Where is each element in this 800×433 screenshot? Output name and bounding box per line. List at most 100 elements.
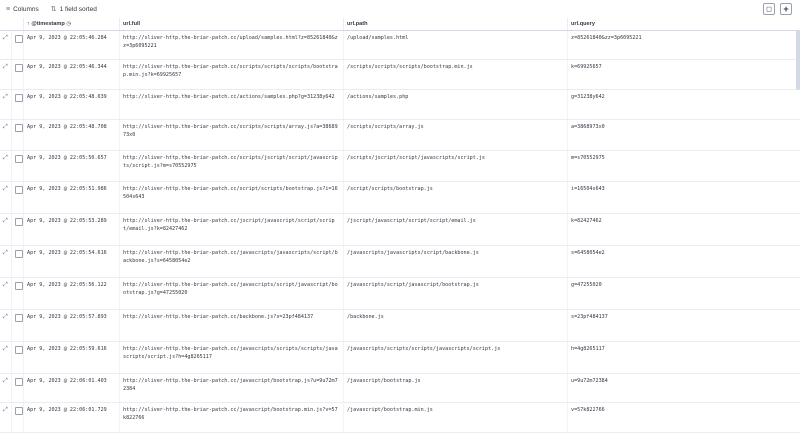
expand-icon[interactable]: ⤢: [0, 310, 12, 341]
row-checkbox[interactable]: [12, 310, 24, 341]
plus-icon: +: [783, 4, 789, 14]
expand-icon[interactable]: ⤢: [0, 374, 12, 402]
url-path-cell: /actions/samples.php: [344, 90, 568, 119]
timestamp-cell: Apr 9, 2023 @ 22:05:56.122: [24, 278, 120, 309]
expand-icon[interactable]: ⤢: [0, 214, 12, 245]
url-query-cell: k=82427462: [571, 218, 602, 224]
expand-icon[interactable]: ⤢: [0, 31, 12, 59]
url-query-cell: k=69925657: [571, 64, 602, 70]
url-path-cell: /backbone.js: [344, 310, 568, 341]
table-row: ⤢ Apr 9, 2023 @ 22:06:01.403 http://sliver…: [0, 374, 800, 403]
timestamp-cell: Apr 9, 2023 @ 22:05:50.657: [24, 151, 120, 181]
url-path-cell: /jscript/javascript/script/script/email.…: [344, 214, 568, 245]
row-checkbox[interactable]: [12, 214, 24, 245]
checkbox-icon: [15, 186, 23, 194]
header-url-full[interactable]: url.full: [120, 18, 344, 30]
scrollbar[interactable]: [796, 30, 800, 90]
expand-icon[interactable]: ⤢: [0, 90, 12, 119]
url-path-cell: /javascript/bootstrap.js: [344, 374, 568, 402]
columns-label: Columns: [13, 5, 39, 13]
checkbox-icon: [15, 155, 23, 163]
url-full-cell: http://sliver-http.the-briar-patch.cc/up…: [120, 31, 344, 59]
checkbox-icon: [15, 282, 23, 290]
table-row: ⤢ Apr 9, 2023 @ 22:05:56.122 http://sliver…: [0, 278, 800, 310]
add-field-button[interactable]: +: [780, 3, 792, 15]
columns-icon: ≡: [6, 5, 11, 13]
row-checkbox[interactable]: [12, 182, 24, 213]
row-checkbox[interactable]: [12, 90, 24, 119]
url-full-cell: http://sliver-http.the-briar-patch.cc/sc…: [120, 151, 344, 181]
table-row: ⤢ Apr 9, 2023 @ 22:05:46.284 http://sliver…: [0, 31, 800, 60]
url-path-cell: /javascript/bootstrap.min.js: [344, 403, 568, 432]
header-controls: [0, 18, 24, 30]
url-query-cell: z=85261840&zz=3p6095221: [571, 35, 642, 41]
timestamp-cell: Apr 9, 2023 @ 22:06:01.729: [24, 403, 120, 432]
row-checkbox[interactable]: [12, 60, 24, 89]
timestamp-cell: Apr 9, 2023 @ 22:05:46.344: [24, 60, 120, 89]
columns-button[interactable]: ≡ Columns: [0, 6, 45, 13]
url-path-cell: /scripts/scripts/array.js: [344, 120, 568, 150]
url-full-cell: http://sliver-http.the-briar-patch.cc/sc…: [120, 182, 344, 213]
timestamp-cell: Apr 9, 2023 @ 22:05:46.284: [24, 31, 120, 59]
url-query-cell: m=s70552975: [571, 155, 605, 161]
row-checkbox[interactable]: [12, 403, 24, 432]
url-full-cell: http://sliver-http.the-briar-patch.cc/ja…: [120, 374, 344, 402]
header-url-path[interactable]: url.path: [344, 18, 568, 30]
url-path-cell: /upload/samples.html: [344, 31, 568, 59]
url-query-cell: a=3868973x0: [571, 124, 605, 130]
expand-icon[interactable]: ⤢: [0, 60, 12, 89]
sort-button[interactable]: ⇅ 1 field sorted: [45, 5, 103, 14]
url-path-cell: /javascripts/scripts/scripts/javascripts…: [344, 342, 568, 373]
timestamp-cell: Apr 9, 2023 @ 22:05:53.289: [24, 214, 120, 245]
checkbox-icon: [15, 314, 23, 322]
timestamp-cell: Apr 9, 2023 @ 22:05:48.639: [24, 90, 120, 119]
table-row: ⤢ Apr 9, 2023 @ 22:05:50.657 http://sliver…: [0, 151, 800, 182]
grid-body: ⤢ Apr 9, 2023 @ 22:05:46.284 http://sliver…: [0, 31, 800, 433]
expand-icon[interactable]: ⤢: [0, 403, 12, 432]
row-checkbox[interactable]: [12, 120, 24, 150]
url-path-cell: /script/scripts/bootstrap.js: [344, 182, 568, 213]
expand-icon[interactable]: ⤢: [0, 246, 12, 277]
url-full-cell: http://sliver-http.the-briar-patch.cc/sc…: [120, 60, 344, 89]
sort-icon: ⇅: [50, 6, 57, 13]
expand-icon[interactable]: ⤢: [0, 151, 12, 181]
url-query-cell: s=6458054e2: [571, 250, 605, 256]
header-url-query[interactable]: url.query: [568, 18, 800, 30]
row-checkbox[interactable]: [12, 374, 24, 402]
row-checkbox[interactable]: [12, 246, 24, 277]
fullscreen-button[interactable]: ◻: [763, 3, 775, 15]
url-full-cell: http://sliver-http.the-briar-patch.cc/js…: [120, 214, 344, 245]
checkbox-icon: [15, 35, 23, 43]
checkbox-icon: [15, 346, 23, 354]
row-checkbox[interactable]: [12, 31, 24, 59]
header-timestamp[interactable]: ↑ @timestamp ◷: [24, 18, 120, 30]
checkbox-icon: [15, 64, 23, 72]
expand-icon[interactable]: ⤢: [0, 278, 12, 309]
url-full-cell: http://sliver-http.the-briar-patch.cc/ja…: [120, 278, 344, 309]
row-checkbox[interactable]: [12, 151, 24, 181]
url-path-cell: /scripts/scripts/scripts/bootstrap.min.j…: [344, 60, 568, 89]
checkbox-icon: [15, 378, 23, 386]
timestamp-cell: Apr 9, 2023 @ 22:05:51.986: [24, 182, 120, 213]
expand-icon[interactable]: ⤢: [0, 120, 12, 150]
sort-asc-icon: ↑: [27, 21, 30, 27]
row-checkbox[interactable]: [12, 278, 24, 309]
url-query-cell: g=31238y642: [571, 94, 605, 100]
row-checkbox[interactable]: [12, 342, 24, 373]
expand-icon[interactable]: ⤢: [0, 182, 12, 213]
expand-icon[interactable]: ⤢: [0, 342, 12, 373]
table-row: ⤢ Apr 9, 2023 @ 22:05:46.344 http://sliver…: [0, 60, 800, 90]
checkbox-icon: [15, 124, 23, 132]
checkbox-icon: [15, 94, 23, 102]
sort-label: 1 field sorted: [59, 5, 97, 13]
table-row: ⤢ Apr 9, 2023 @ 22:05:59.616 http://sliver…: [0, 342, 800, 374]
header-url-path-label: url.path: [347, 21, 368, 27]
table-row: ⤢ Apr 9, 2023 @ 22:06:01.729 http://sliver…: [0, 403, 800, 433]
checkbox-icon: [15, 218, 23, 226]
table-row: ⤢ Apr 9, 2023 @ 22:05:51.986 http://sliver…: [0, 182, 800, 214]
timestamp-cell: Apr 9, 2023 @ 22:05:48.708: [24, 120, 120, 150]
timestamp-cell: Apr 9, 2023 @ 22:05:59.616: [24, 342, 120, 373]
table-row: ⤢ Apr 9, 2023 @ 22:05:54.616 http://sliver…: [0, 246, 800, 278]
url-query-cell: s=23pf484137: [571, 314, 608, 320]
url-query-cell: g=47255020: [571, 282, 602, 288]
